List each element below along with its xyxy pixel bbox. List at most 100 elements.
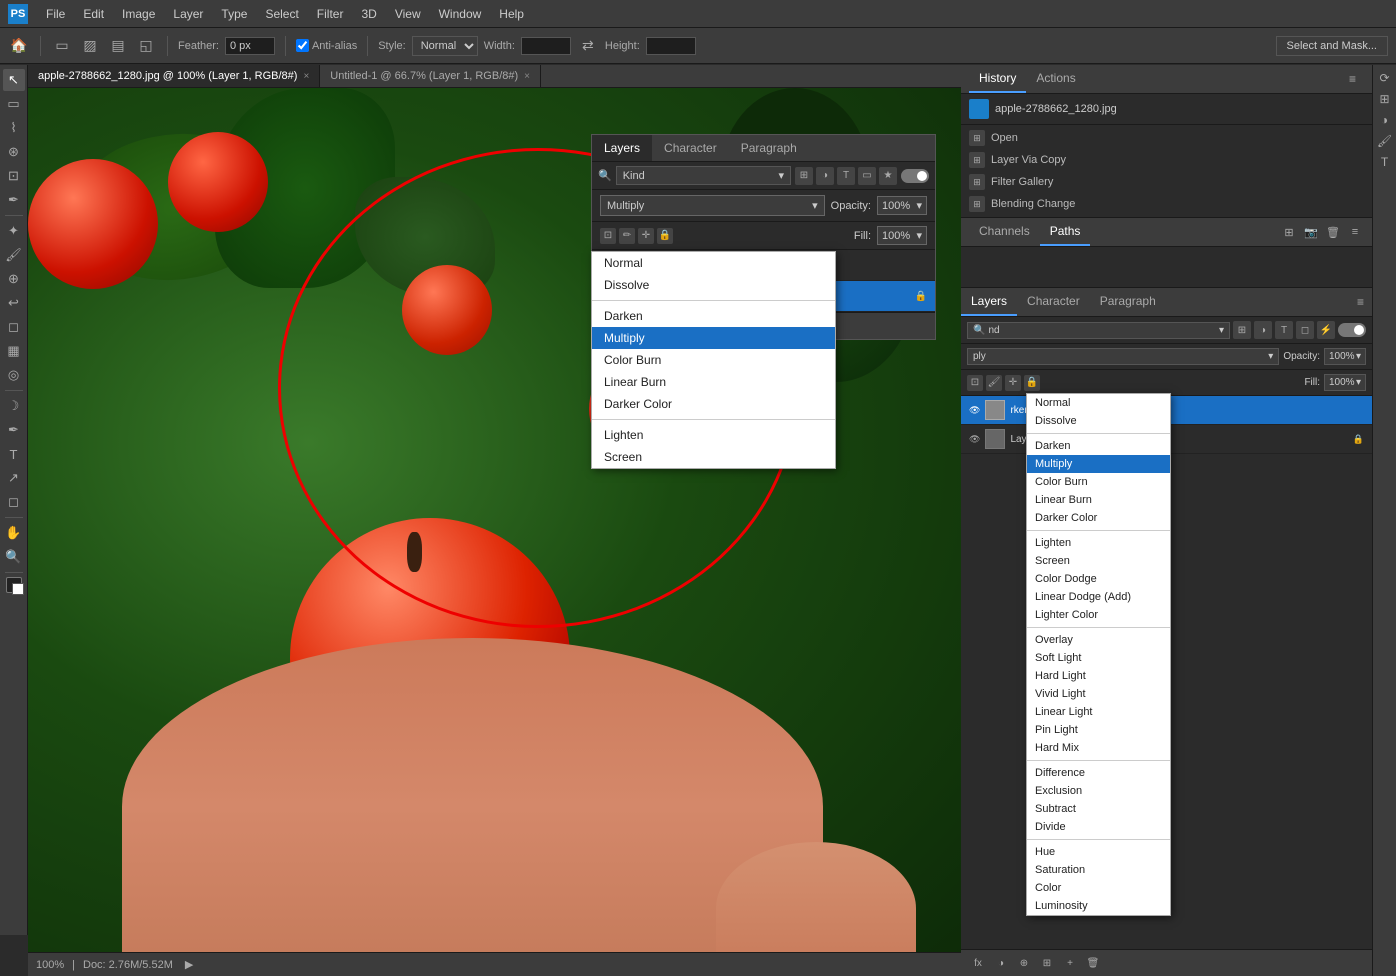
kind-filter-button[interactable]: 🔍 nd ▾	[967, 322, 1230, 339]
blend-color-burn[interactable]: Color Burn	[592, 349, 835, 371]
float-filter-adj[interactable]: ◑	[816, 167, 834, 185]
menu-select[interactable]: Select	[257, 5, 306, 23]
blend-screen[interactable]: Screen	[592, 446, 835, 468]
float-fill-value[interactable]: 100% ▾	[877, 226, 927, 245]
channels-camera-icon[interactable]: 📷	[1302, 223, 1320, 241]
lock-all-icon[interactable]: 🔒	[1024, 375, 1040, 391]
blend-linear-burn[interactable]: Linear Burn	[592, 371, 835, 393]
bd2-lighten[interactable]: Lighten	[1027, 534, 1170, 552]
float-blend-select[interactable]: Multiply ▾	[600, 195, 825, 216]
menu-filter[interactable]: Filter	[309, 5, 352, 23]
marquee-feather[interactable]: ◱	[135, 35, 157, 57]
menu-edit[interactable]: Edit	[75, 5, 112, 23]
bd2-linear-light[interactable]: Linear Light	[1027, 703, 1170, 721]
adjust-icon-strip[interactable]: ◑	[1376, 111, 1394, 129]
float-filter-px[interactable]: ⊞	[795, 167, 813, 185]
pen-tool[interactable]: ✒	[3, 419, 25, 441]
select-mask-button[interactable]: Select and Mask...	[1276, 36, 1389, 56]
menu-help[interactable]: Help	[491, 5, 532, 23]
bd2-color[interactable]: Color	[1027, 879, 1170, 897]
spot-healing-tool[interactable]: ✦	[3, 220, 25, 242]
marquee-single-row[interactable]: ▤	[107, 35, 129, 57]
lock-transparent-icon[interactable]: ⊡	[967, 375, 983, 391]
crop-tool[interactable]: ⊡	[3, 165, 25, 187]
menu-layer[interactable]: Layer	[165, 5, 211, 23]
opacity-value-small[interactable]: 100% ▾	[1324, 348, 1366, 365]
menu-window[interactable]: Window	[431, 5, 490, 23]
history-item-open[interactable]: ⊞ Open	[961, 127, 1372, 149]
history-item-blending[interactable]: ⊞ Blending Change	[961, 193, 1372, 215]
menu-3d[interactable]: 3D	[353, 5, 384, 23]
lock-position-icon[interactable]: ✛	[1005, 375, 1021, 391]
float-filter-smart[interactable]: ★	[879, 167, 897, 185]
blur-tool[interactable]: ◎	[3, 364, 25, 386]
bd2-lighter-color[interactable]: Lighter Color	[1027, 606, 1170, 624]
bd2-color-burn[interactable]: Color Burn	[1027, 473, 1170, 491]
float-opacity-value[interactable]: 100% ▾	[877, 196, 927, 215]
path-select-tool[interactable]: ↗	[3, 467, 25, 489]
blend-mode-select-small[interactable]: ply ▾	[967, 348, 1279, 365]
trash-small[interactable]: 🗑	[1084, 954, 1102, 972]
menu-view[interactable]: View	[387, 5, 429, 23]
history-item-filter-gallery[interactable]: ⊞ Filter Gallery	[961, 171, 1372, 193]
tab-apple[interactable]: apple-2788662_1280.jpg @ 100% (Layer 1, …	[28, 65, 320, 87]
marquee-single-col[interactable]: ▨	[79, 35, 101, 57]
bd2-difference[interactable]: Difference	[1027, 764, 1170, 782]
new-layer-small[interactable]: +	[1061, 954, 1079, 972]
height-input[interactable]	[646, 37, 696, 55]
history-brush-tool[interactable]: ↩	[3, 292, 25, 314]
foreground-color[interactable]	[6, 577, 22, 593]
float-tab-character[interactable]: Character	[652, 135, 729, 161]
layers-panel-menu[interactable]: ≡	[1349, 291, 1372, 313]
filter-shape-icon[interactable]: ◻	[1296, 321, 1314, 339]
tab-paragraph[interactable]: Paragraph	[1090, 288, 1166, 316]
bd2-linear-burn[interactable]: Linear Burn	[1027, 491, 1170, 509]
float-lock-all[interactable]: 🔒	[657, 228, 673, 244]
zoom-tool[interactable]: 🔍	[3, 546, 25, 568]
float-lock-move[interactable]: ✛	[638, 228, 654, 244]
bd2-linear-dodge[interactable]: Linear Dodge (Add)	[1027, 588, 1170, 606]
menu-file[interactable]: File	[38, 5, 73, 23]
bd2-multiply[interactable]: Multiply	[1027, 455, 1170, 473]
feather-input[interactable]	[225, 37, 275, 55]
group-small[interactable]: ⊞	[1038, 954, 1056, 972]
menu-image[interactable]: Image	[114, 5, 163, 23]
fx-button-small[interactable]: fx	[969, 954, 987, 972]
quick-select-tool[interactable]: ⊛	[3, 141, 25, 163]
swap-dimensions-button[interactable]: ⇄	[577, 35, 599, 57]
rectangle-select-tool[interactable]: ▭	[3, 93, 25, 115]
float-filter-toggle[interactable]	[901, 169, 929, 183]
style-select[interactable]: Normal	[412, 36, 478, 56]
text-tool[interactable]: T	[3, 443, 25, 465]
marquee-rect-tool[interactable]: ▭	[51, 35, 73, 57]
bd2-luminosity[interactable]: Luminosity	[1027, 897, 1170, 915]
blend-dissolve[interactable]: Dissolve	[592, 274, 835, 296]
move-tool[interactable]: ↖	[3, 69, 25, 91]
bd2-exclusion[interactable]: Exclusion	[1027, 782, 1170, 800]
layer-eye-1[interactable]: 👁	[969, 434, 980, 445]
history-panel-menu[interactable]: ≡	[1341, 68, 1364, 90]
bd2-overlay[interactable]: Overlay	[1027, 631, 1170, 649]
bd2-color-dodge[interactable]: Color Dodge	[1027, 570, 1170, 588]
dodge-tool[interactable]: ☽	[3, 395, 25, 417]
add-mask-small[interactable]: ◑	[992, 954, 1010, 972]
close-tab-2[interactable]: ×	[524, 71, 530, 82]
tab-paths[interactable]: Paths	[1040, 218, 1091, 246]
brush-tool[interactable]: 🖌	[3, 244, 25, 266]
bd2-pin-light[interactable]: Pin Light	[1027, 721, 1170, 739]
blend-normal[interactable]: Normal	[592, 252, 835, 274]
channels-menu-icon[interactable]: ≡	[1346, 223, 1364, 241]
filter-adj-icon[interactable]: ◑	[1254, 321, 1272, 339]
bd2-hard-light[interactable]: Hard Light	[1027, 667, 1170, 685]
float-lock-image[interactable]: ✏	[619, 228, 635, 244]
history-item-layer-copy[interactable]: ⊞ Layer Via Copy	[961, 149, 1372, 171]
bd2-darker-color[interactable]: Darker Color	[1027, 509, 1170, 527]
tab-actions[interactable]: Actions	[1026, 65, 1085, 93]
shape-tool[interactable]: ◻	[3, 491, 25, 513]
close-tab-1[interactable]: ×	[303, 71, 309, 82]
tab-history[interactable]: History	[969, 65, 1026, 93]
tab-layers[interactable]: Layers	[961, 288, 1017, 316]
adj-layer-small[interactable]: ⊕	[1015, 954, 1033, 972]
bd2-soft-light[interactable]: Soft Light	[1027, 649, 1170, 667]
filter-effect-icon[interactable]: ⚡	[1317, 321, 1335, 339]
